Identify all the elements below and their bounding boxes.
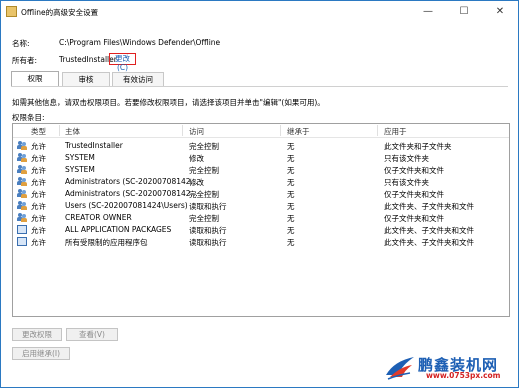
column-divider[interactable] — [377, 125, 378, 136]
column-divider[interactable] — [280, 125, 281, 136]
cell-inherited-from: 无 — [287, 154, 295, 163]
users-icon — [17, 153, 27, 162]
column-divider[interactable] — [59, 125, 60, 136]
table-row[interactable]: 允许 ALL APPLICATION PACKAGES 读取和执行 无 此文件夹、子文件… — [13, 224, 509, 236]
name-value: C:\Program Files\Windows Defender\Offlin… — [59, 38, 221, 47]
table-row[interactable]: 允许 所有受限制的应用程序包 读取和执行 无 此文件夹、子文件夹和文件 — [13, 236, 509, 248]
tab-permissions[interactable]: 权限 — [11, 71, 59, 87]
tab-auditing[interactable]: 审核 — [62, 72, 110, 86]
maximize-button[interactable]: ☐ — [446, 1, 482, 23]
users-icon — [17, 213, 27, 222]
cell-principal: Administrators (SC-20200708142... — [65, 177, 198, 186]
permission-entries-label: 权限条目: — [12, 113, 45, 122]
users-icon — [17, 165, 27, 174]
cell-inherited-from: 无 — [287, 178, 295, 187]
cell-inherited-from: 无 — [287, 166, 295, 175]
cell-inherited-from: 无 — [287, 190, 295, 199]
cell-applies-to: 只有该文件夹 — [384, 178, 429, 187]
owner-label: 所有者: — [12, 56, 38, 65]
minimize-button[interactable]: — — [410, 1, 446, 23]
table-row[interactable]: 允许 SYSTEM 完全控制 无 仅子文件夹和文件 — [13, 164, 509, 176]
cell-access: 读取和执行 — [189, 202, 227, 211]
cell-inherited-from: 无 — [287, 142, 295, 151]
cell-principal: CREATOR OWNER — [65, 213, 132, 222]
cell-access: 修改 — [189, 178, 204, 187]
table-row[interactable]: 允许 Users (SC-202007081424\Users) 读取和执行 无 此文件… — [13, 200, 509, 212]
cell-type: 允许 — [31, 166, 46, 175]
info-text: 如需其他信息，请双击权限项目。若要修改权限项目，请选择该项目并单击"编辑"(如果… — [12, 98, 325, 107]
cell-type: 允许 — [31, 214, 46, 223]
view-button[interactable]: 查看(V) — [66, 328, 118, 341]
cell-type: 允许 — [31, 226, 46, 235]
enable-inheritance-button[interactable]: 启用继承(I) — [12, 347, 70, 360]
cell-applies-to: 仅子文件夹和文件 — [384, 190, 444, 199]
table-row[interactable]: 允许 Administrators (SC-20200708142... 完全控制 无… — [13, 188, 509, 200]
users-icon — [17, 189, 27, 198]
cell-applies-to: 仅子文件夹和文件 — [384, 214, 444, 223]
cell-type: 允许 — [31, 178, 46, 187]
folder-icon — [6, 6, 17, 17]
users-icon — [17, 141, 27, 150]
users-icon — [17, 201, 27, 210]
cell-applies-to: 此文件夹、子文件夹和文件 — [384, 202, 474, 211]
window-title: Offline的高级安全设置 — [21, 8, 99, 17]
cell-type: 允许 — [31, 238, 46, 247]
cell-applies-to: 仅子文件夹和文件 — [384, 166, 444, 175]
close-button[interactable]: ✕ — [482, 1, 518, 23]
cell-applies-to: 此文件夹、子文件夹和文件 — [384, 226, 474, 235]
table-row[interactable]: 允许 SYSTEM 修改 无 只有该文件夹 — [13, 152, 509, 164]
cell-access: 完全控制 — [189, 190, 219, 199]
cell-principal: Users (SC-202007081424\Users) — [65, 201, 188, 210]
package-icon — [17, 237, 27, 246]
permission-entries-table[interactable]: 类型 主体 访问 继承于 应用于 允许 TrustedInstaller 完全控制无… — [12, 123, 510, 317]
cell-applies-to: 只有该文件夹 — [384, 154, 429, 163]
users-icon — [17, 177, 27, 186]
column-divider[interactable] — [182, 125, 183, 136]
column-header-applies-to[interactable]: 应用于 — [384, 126, 407, 137]
cell-type: 允许 — [31, 202, 46, 211]
watermark-url: www.0753px.com — [426, 371, 501, 380]
cell-applies-to: 此文件夹和子文件夹 — [384, 142, 452, 151]
change-permissions-button[interactable]: 更改权限 — [12, 328, 62, 341]
cell-access: 修改 — [189, 154, 204, 163]
table-header: 类型 主体 访问 继承于 应用于 — [13, 124, 509, 138]
tab-effective-access[interactable]: 有效访问 — [112, 72, 164, 86]
cell-type: 允许 — [31, 190, 46, 199]
cell-access: 完全控制 — [189, 142, 219, 151]
cell-inherited-from: 无 — [287, 214, 295, 223]
watermark-logo — [386, 357, 414, 380]
cell-principal: SYSTEM — [65, 165, 95, 174]
security-settings-window: Offline的高级安全设置 — ☐ ✕ 名称: C:\Program File… — [0, 0, 519, 388]
column-header-type[interactable]: 类型 — [31, 126, 46, 137]
cell-access: 读取和执行 — [189, 226, 227, 235]
cell-applies-to: 此文件夹、子文件夹和文件 — [384, 238, 474, 247]
tab-divider — [11, 86, 508, 87]
cell-principal: SYSTEM — [65, 153, 95, 162]
change-owner-link[interactable]: 更改(C) — [109, 53, 136, 72]
cell-access: 完全控制 — [189, 214, 219, 223]
column-header-access[interactable]: 访问 — [189, 126, 204, 137]
table-row[interactable]: 允许 Administrators (SC-20200708142... 修改 无 只有… — [13, 176, 509, 188]
cell-access: 完全控制 — [189, 166, 219, 175]
cell-type: 允许 — [31, 142, 46, 151]
package-icon — [17, 225, 27, 234]
name-label: 名称: — [12, 39, 30, 48]
column-header-inherited-from[interactable]: 继承于 — [287, 126, 310, 137]
cell-inherited-from: 无 — [287, 202, 295, 211]
table-row[interactable]: 允许 CREATOR OWNER 完全控制 无 仅子文件夹和文件 — [13, 212, 509, 224]
cell-principal: Administrators (SC-20200708142... — [65, 189, 198, 198]
site-watermark: 鹏鑫装机网 www.0753px.com — [384, 353, 514, 383]
cell-type: 允许 — [31, 154, 46, 163]
cell-principal: TrustedInstaller — [65, 141, 123, 150]
cell-access: 读取和执行 — [189, 238, 227, 247]
cell-inherited-from: 无 — [287, 238, 295, 247]
cell-principal: 所有受限制的应用程序包 — [65, 238, 148, 247]
column-header-principal[interactable]: 主体 — [65, 126, 80, 137]
cell-inherited-from: 无 — [287, 226, 295, 235]
title-bar[interactable]: Offline的高级安全设置 — ☐ ✕ — [1, 1, 518, 23]
cell-principal: ALL APPLICATION PACKAGES — [65, 225, 172, 234]
table-row[interactable]: 允许 TrustedInstaller 完全控制 无 此文件夹和子文件夹 — [13, 140, 509, 152]
